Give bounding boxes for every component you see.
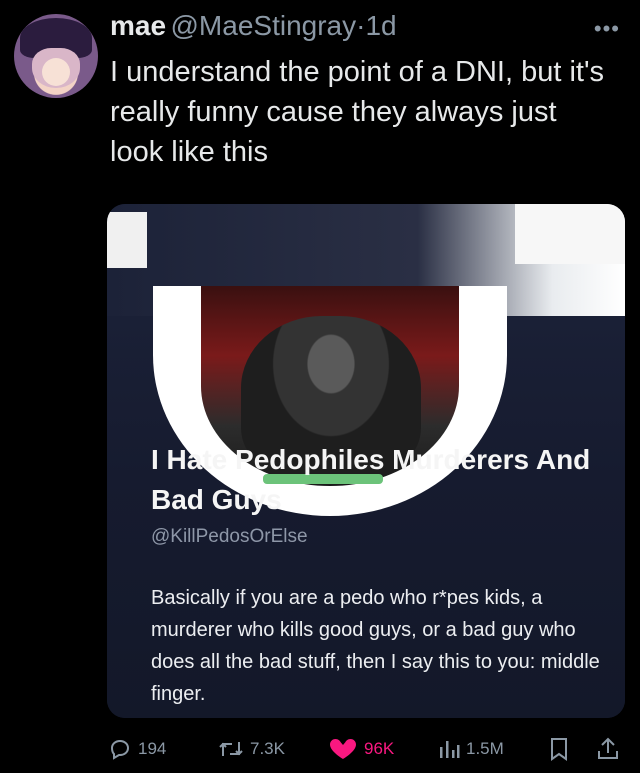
share-icon: [598, 737, 618, 759]
views-button[interactable]: 1.5M: [438, 732, 504, 766]
banner-highlight-right: [515, 204, 625, 264]
ellipsis-icon[interactable]: •••: [594, 16, 620, 42]
display-name[interactable]: mae: [110, 10, 166, 41]
retweet-icon: [219, 742, 243, 756]
banner-highlight: [107, 212, 147, 268]
tweet-actions: 194 7.3K 96K 1.5M: [108, 732, 628, 768]
view-count: 1.5M: [466, 739, 504, 758]
profile-bio: Basically if you are a pedo who r*pes ki…: [151, 587, 600, 705]
tweet-header: mae @MaeStingray·1d •••: [110, 10, 620, 46]
profile-handle: @KillPedosOrElse: [151, 526, 308, 547]
user-avatar[interactable]: [14, 14, 98, 98]
tweet-age[interactable]: 1d: [365, 10, 396, 41]
avatar-face: [42, 58, 70, 86]
like-count: 96K: [364, 739, 395, 758]
profile-name: I Hate Pedophiles Murderers And Bad Guys: [151, 444, 591, 515]
bookmark-button[interactable]: [548, 732, 576, 766]
reply-button[interactable]: 194: [108, 732, 166, 766]
tweet-media-image[interactable]: I Hate Pedophiles Murderers And Bad Guys…: [107, 204, 625, 718]
reply-icon: [110, 739, 130, 760]
heart-icon: [330, 739, 356, 759]
share-button[interactable]: [596, 732, 626, 766]
reply-count: 194: [138, 739, 167, 758]
retweet-count: 7.3K: [250, 739, 285, 758]
user-handle[interactable]: @MaeStingray: [171, 10, 357, 41]
bookmark-icon: [551, 738, 567, 761]
tweet-text: I understand the point of a DNI, but it'…: [110, 56, 604, 168]
retweet-button[interactable]: 7.3K: [218, 732, 285, 766]
analytics-icon: [440, 741, 460, 758]
like-button[interactable]: 96K: [328, 732, 394, 766]
